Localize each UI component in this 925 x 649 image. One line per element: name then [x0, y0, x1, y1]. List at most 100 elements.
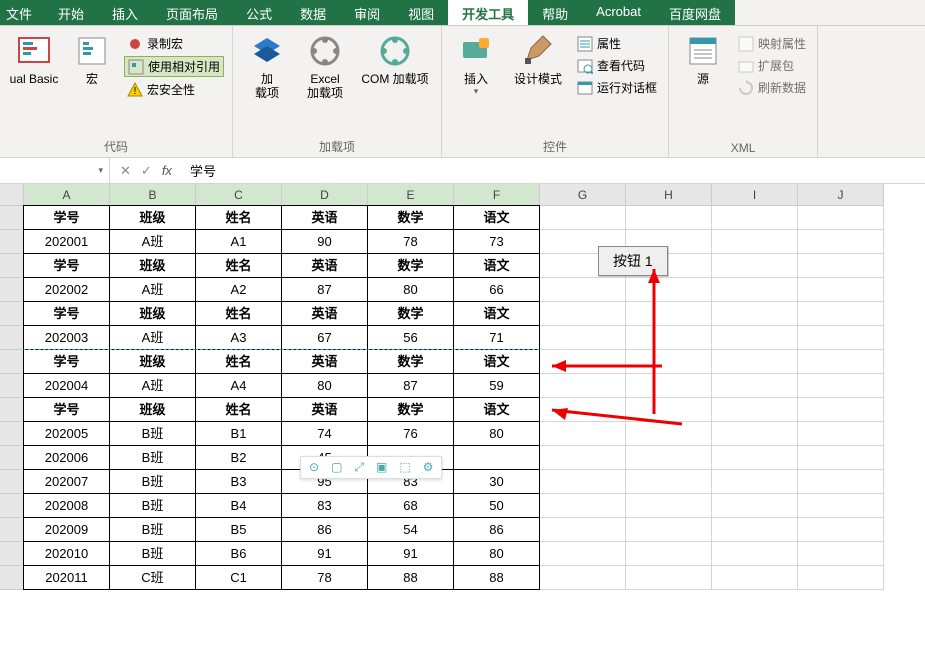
tab-data[interactable]: 数据 [286, 0, 340, 25]
cell[interactable]: 班级 [109, 301, 196, 326]
cell[interactable]: 56 [367, 325, 454, 350]
cell[interactable]: 语文 [453, 301, 540, 326]
cell[interactable] [798, 302, 884, 326]
tab-formulas[interactable]: 公式 [232, 0, 286, 25]
cell[interactable]: 87 [367, 373, 454, 398]
cell[interactable]: 姓名 [195, 253, 282, 278]
design-mode-button[interactable]: 设计模式 [508, 30, 568, 86]
cell[interactable]: 91 [367, 541, 454, 566]
cell[interactable] [798, 278, 884, 302]
cell[interactable] [626, 302, 712, 326]
cell[interactable] [540, 422, 626, 446]
cell[interactable]: B1 [195, 421, 282, 446]
cell[interactable]: 语文 [453, 397, 540, 422]
row-header[interactable] [0, 518, 24, 542]
row-header[interactable] [0, 566, 24, 590]
cell[interactable]: 姓名 [195, 397, 282, 422]
col-header-H[interactable]: H [626, 184, 712, 206]
float-tool-1[interactable]: ⊙ [309, 460, 319, 475]
cell[interactable] [626, 326, 712, 350]
row-header[interactable] [0, 374, 24, 398]
cell[interactable]: B班 [109, 421, 196, 446]
cell[interactable] [540, 326, 626, 350]
cell[interactable]: 202005 [23, 421, 110, 446]
cell[interactable]: B6 [195, 541, 282, 566]
cell[interactable]: 语文 [453, 205, 540, 230]
cell[interactable]: 83 [281, 493, 368, 518]
cell[interactable]: A班 [109, 325, 196, 350]
cell[interactable]: 学号 [23, 205, 110, 230]
row-header[interactable] [0, 302, 24, 326]
row-header[interactable] [0, 254, 24, 278]
refresh-data-button[interactable]: 刷新数据 [735, 78, 809, 97]
col-header-E[interactable]: E [368, 184, 454, 206]
row-header[interactable] [0, 326, 24, 350]
floating-toolbar[interactable]: ⊙ ▢ ⤢ ▣ ⬚ ⚙ [300, 456, 442, 479]
tab-acrobat[interactable]: Acrobat [582, 0, 655, 25]
cell[interactable]: 数学 [367, 301, 454, 326]
cell[interactable]: 80 [281, 373, 368, 398]
row-header[interactable] [0, 230, 24, 254]
cell[interactable]: 学号 [23, 301, 110, 326]
macros-button[interactable]: 宏 [66, 30, 118, 86]
cell[interactable]: 30 [453, 469, 540, 494]
cell[interactable] [798, 398, 884, 422]
cell[interactable]: 202006 [23, 445, 110, 470]
cell[interactable]: 202010 [23, 541, 110, 566]
cell[interactable]: 50 [453, 493, 540, 518]
cell[interactable]: 88 [367, 565, 454, 590]
float-tool-5[interactable]: ⬚ [399, 460, 410, 475]
cell[interactable]: A班 [109, 373, 196, 398]
cell[interactable] [626, 446, 712, 470]
cell[interactable]: 姓名 [195, 301, 282, 326]
tab-home[interactable]: 开始 [44, 0, 98, 25]
cell[interactable]: 学号 [23, 397, 110, 422]
cell[interactable] [712, 470, 798, 494]
row-header[interactable] [0, 278, 24, 302]
run-dialog-button[interactable]: 运行对话框 [574, 78, 660, 97]
insert-control-button[interactable]: 插入 ▾ [450, 30, 502, 97]
cell[interactable] [626, 566, 712, 590]
cell[interactable] [712, 278, 798, 302]
cell[interactable]: A2 [195, 277, 282, 302]
cell[interactable]: 班级 [109, 253, 196, 278]
macro-security-button[interactable]: ! 宏安全性 [124, 80, 224, 99]
tab-baidu[interactable]: 百度网盘 [655, 0, 735, 25]
cell[interactable] [712, 542, 798, 566]
cell[interactable]: 80 [367, 277, 454, 302]
cell[interactable]: 英语 [281, 205, 368, 230]
cell[interactable]: A班 [109, 277, 196, 302]
cell[interactable] [540, 446, 626, 470]
cell[interactable]: A1 [195, 229, 282, 254]
tab-help[interactable]: 帮助 [528, 0, 582, 25]
cell[interactable] [540, 374, 626, 398]
cell[interactable] [453, 445, 540, 470]
cancel-icon[interactable]: ✕ [120, 163, 131, 179]
cell[interactable]: 数学 [367, 349, 454, 374]
cell[interactable] [540, 398, 626, 422]
cell[interactable] [712, 326, 798, 350]
cell[interactable] [626, 422, 712, 446]
cell[interactable] [798, 350, 884, 374]
cell[interactable]: 91 [281, 541, 368, 566]
excel-addins-button[interactable]: Excel 加载项 [299, 30, 351, 100]
cell[interactable] [798, 374, 884, 398]
cell[interactable]: 86 [453, 517, 540, 542]
formula-bar[interactable]: 学号 [182, 161, 925, 180]
cell[interactable]: 87 [281, 277, 368, 302]
fx-icon[interactable]: fx [162, 163, 172, 178]
addins-button[interactable]: 加 载项 [241, 30, 293, 100]
cell[interactable] [798, 566, 884, 590]
col-header-A[interactable]: A [24, 184, 110, 206]
cell[interactable]: 66 [453, 277, 540, 302]
tab-layout[interactable]: 页面布局 [152, 0, 232, 25]
cell[interactable]: A3 [195, 325, 282, 350]
cell[interactable]: 语文 [453, 253, 540, 278]
form-button-1[interactable]: 按钮 1 [598, 246, 668, 276]
cell[interactable]: 73 [453, 229, 540, 254]
row-header[interactable] [0, 470, 24, 494]
cell[interactable] [798, 254, 884, 278]
grid[interactable]: 学号班级姓名英语数学语文202001A班A1907873学号班级姓名英语数学语文… [0, 206, 925, 590]
cell[interactable]: 202003 [23, 325, 110, 350]
cell[interactable] [798, 542, 884, 566]
